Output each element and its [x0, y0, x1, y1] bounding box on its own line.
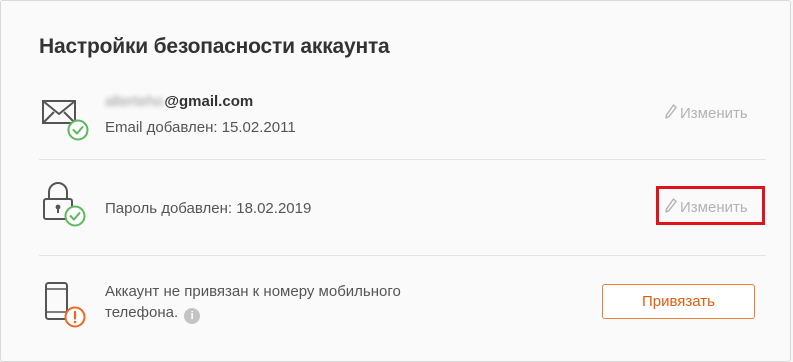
bind-phone-button[interactable]: Привязать	[602, 284, 755, 319]
email-address: alterteho@gmail.com	[105, 93, 253, 110]
phone-status-line2: телефона. i	[105, 304, 201, 324]
phone-status-line2-text: телефона.	[105, 304, 179, 321]
page-title: Настройки безопасности аккаунта	[39, 35, 390, 58]
email-verified-icon	[41, 98, 91, 147]
highlight-annotation-box	[656, 186, 765, 225]
phone-warning-icon	[41, 281, 91, 336]
password-verified-icon	[41, 182, 91, 233]
mobile-phone-icon	[45, 282, 68, 320]
envelope-icon	[42, 100, 76, 124]
warning-badge-icon	[64, 306, 86, 328]
pencil-icon	[665, 104, 677, 123]
email-username-blurred: alterteho	[105, 93, 164, 110]
email-edit-link[interactable]: Изменить	[665, 104, 748, 123]
check-badge-icon	[67, 119, 89, 141]
info-icon[interactable]: i	[184, 308, 201, 324]
phone-status-line1: Аккаунт не привязан к номеру мобильного	[105, 283, 401, 300]
security-settings-panel: Настройки безопасности аккаунта alterteh…	[0, 0, 791, 362]
password-added-date: Пароль добавлен: 18.02.2019	[105, 200, 312, 217]
email-domain: @gmail.com	[164, 93, 254, 110]
email-edit-label: Изменить	[680, 105, 748, 122]
row-divider	[39, 159, 766, 160]
row-divider	[39, 255, 766, 256]
email-added-date: Email добавлен: 15.02.2011	[105, 119, 296, 136]
check-badge-icon	[64, 205, 86, 227]
